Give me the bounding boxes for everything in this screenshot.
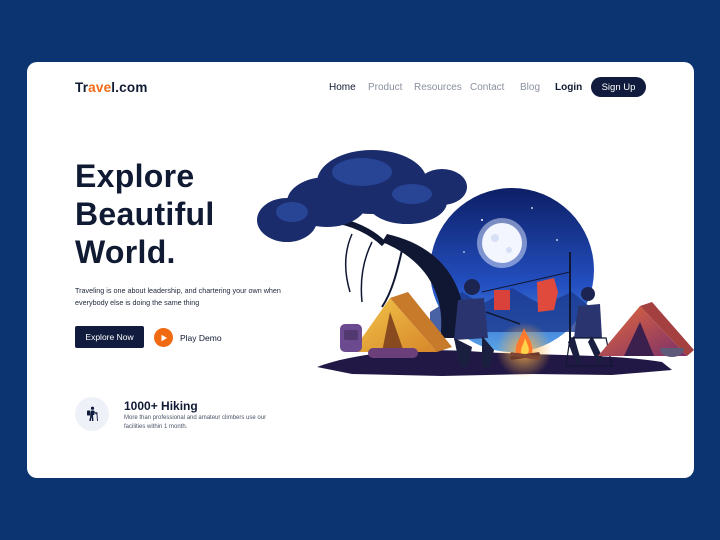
nav-item-product[interactable]: Product	[368, 82, 402, 93]
camping-illustration	[257, 150, 694, 378]
hero-title-line-3: World.	[75, 234, 176, 270]
hiker-icon-badge	[75, 397, 109, 431]
right-tent	[598, 302, 694, 356]
signup-button[interactable]: Sign Up	[591, 77, 646, 97]
hero-title-line-2: Beautiful	[75, 196, 215, 232]
explore-now-button[interactable]: Explore Now	[75, 326, 144, 348]
nav-item-home[interactable]: Home	[329, 82, 356, 93]
campfire	[496, 322, 552, 378]
hiker-icon	[87, 406, 98, 422]
play-demo-label[interactable]: Play Demo	[180, 333, 222, 343]
nav-item-blog[interactable]: Blog	[520, 82, 540, 93]
hero-title-line-1: Explore	[75, 158, 195, 194]
hero-title: Explore Beautiful World.	[75, 157, 215, 271]
stat-description: More than professional and amateur climb…	[124, 415, 267, 430]
stat-title: 1000+ Hiking	[124, 399, 198, 413]
brand-logo[interactable]: Travel.com	[75, 80, 148, 95]
brand-suffix: l.com	[111, 80, 148, 95]
play-icon	[161, 334, 167, 341]
play-demo-button[interactable]	[154, 328, 173, 347]
landing-card: Travel.com Home Product Resources Contac…	[27, 62, 694, 478]
brand-prefix: Tr	[75, 80, 89, 95]
nav-item-contact[interactable]: Contact	[470, 82, 504, 93]
nav-item-resources[interactable]: Resources	[414, 82, 462, 93]
brand-accent: ave	[88, 80, 112, 95]
login-link[interactable]: Login	[555, 82, 582, 93]
